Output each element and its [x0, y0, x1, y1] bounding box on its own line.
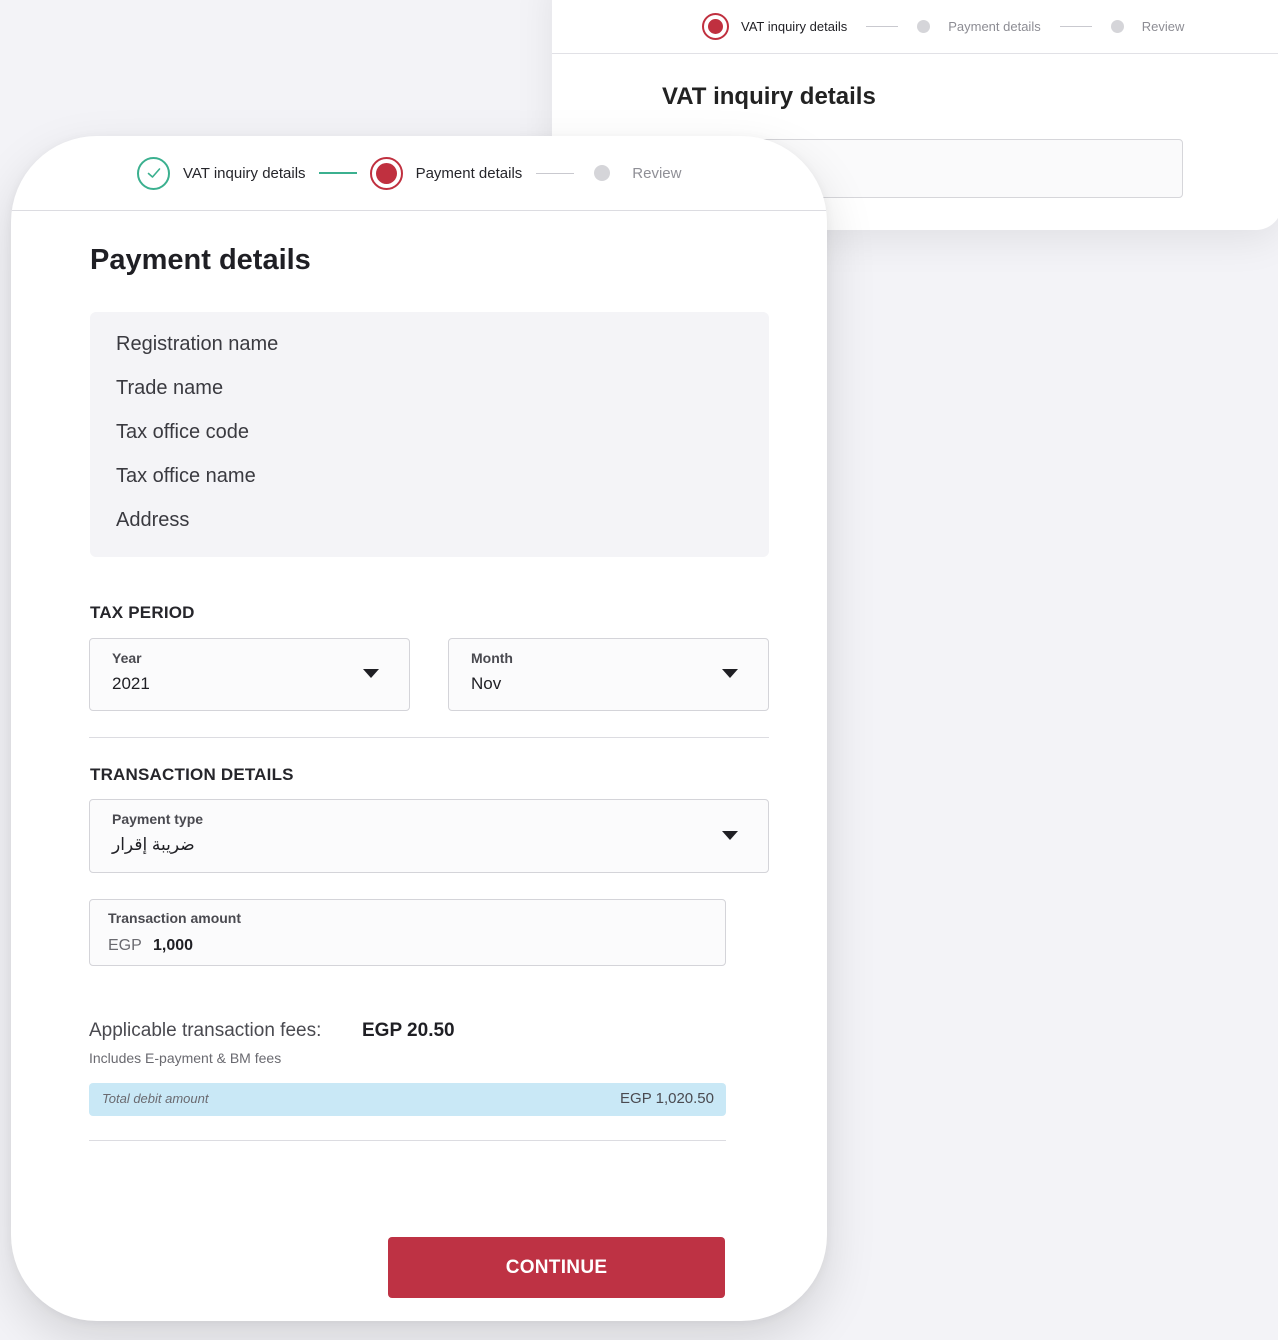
info-row-address: Address	[116, 509, 190, 531]
step-payment-details: Payment details	[369, 156, 523, 190]
stepper: VAT inquiry details Payment details Revi…	[11, 136, 827, 211]
section-divider	[89, 737, 769, 738]
bg-step-label: Payment details	[948, 19, 1041, 34]
bg-step-label: Review	[1141, 19, 1185, 34]
payment-type-label: Payment type	[112, 811, 204, 827]
year-select-label: Year	[112, 650, 142, 666]
transaction-details-heading: TRANSACTION DETAILS	[90, 765, 294, 784]
info-row-tax-office-code: Tax office code	[116, 421, 250, 443]
bg-step-review: Review	[1110, 19, 1185, 34]
chevron-down-icon	[722, 831, 738, 840]
info-row-tax-office-name: Tax office name	[116, 465, 256, 487]
bg-step-payment: Payment details	[917, 19, 1041, 34]
fees-value: EGP 20.50	[362, 1020, 455, 1041]
year-select-value: 2021	[112, 674, 150, 693]
background-page-title: VAT inquiry details	[662, 83, 876, 110]
transaction-amount-label: Transaction amount	[108, 910, 242, 926]
registration-info-box: Registration name Trade name Tax office …	[90, 312, 769, 557]
section-divider	[89, 1140, 726, 1141]
step-connector	[536, 172, 575, 174]
total-debit-value: EGP 1,020.50	[620, 1090, 714, 1107]
step-label: Payment details	[415, 164, 523, 182]
info-row-registration-name: Registration name	[116, 333, 279, 355]
total-debit-label: Total debit amount	[102, 1091, 209, 1106]
month-select-value: Nov	[471, 674, 502, 693]
month-select[interactable]: Month Nov	[448, 638, 769, 711]
step-connector	[866, 26, 899, 27]
year-select[interactable]: Year 2021	[89, 638, 410, 711]
step-review: Review	[594, 165, 681, 182]
bg-step-label: VAT inquiry details	[741, 19, 848, 34]
payment-type-select[interactable]: Payment type ضريبة إقرار	[89, 799, 769, 873]
pending-step-icon	[594, 165, 611, 181]
info-row-trade-name: Trade name	[116, 377, 224, 399]
pending-step-icon	[917, 20, 931, 33]
payment-details-card: VAT inquiry details Payment details Revi…	[11, 136, 827, 1321]
step-label: VAT inquiry details	[183, 164, 306, 182]
active-step-icon	[702, 13, 729, 40]
chevron-down-icon	[363, 669, 379, 678]
bg-step-vat-inquiry: VAT inquiry details	[702, 13, 847, 40]
step-connector	[318, 172, 357, 174]
check-icon	[137, 156, 170, 190]
fees-note: Includes E-payment & BM fees	[89, 1050, 282, 1066]
chevron-down-icon	[722, 669, 738, 678]
active-step-icon	[369, 156, 403, 190]
step-vat-inquiry[interactable]: VAT inquiry details	[137, 156, 306, 190]
total-debit-bar: Total debit amount EGP 1,020.50	[89, 1083, 726, 1116]
step-label: Review	[632, 164, 682, 182]
fees-label: Applicable transaction fees:	[89, 1020, 322, 1041]
tax-period-heading: TAX PERIOD	[90, 603, 195, 622]
continue-button[interactable]: CONTINUE	[388, 1237, 725, 1298]
background-stepper: VAT inquiry details Payment details Revi…	[552, 0, 1278, 54]
currency-label: EGP	[108, 937, 142, 954]
month-select-label: Month	[471, 650, 513, 666]
pending-step-icon	[1110, 20, 1124, 33]
transaction-amount-field[interactable]: Transaction amount EGP 1,000	[89, 899, 726, 966]
page-title: Payment details	[90, 244, 311, 276]
step-connector	[1059, 26, 1092, 27]
payment-type-value: ضريبة إقرار	[112, 835, 195, 854]
transaction-amount-value: 1,000	[153, 937, 194, 954]
